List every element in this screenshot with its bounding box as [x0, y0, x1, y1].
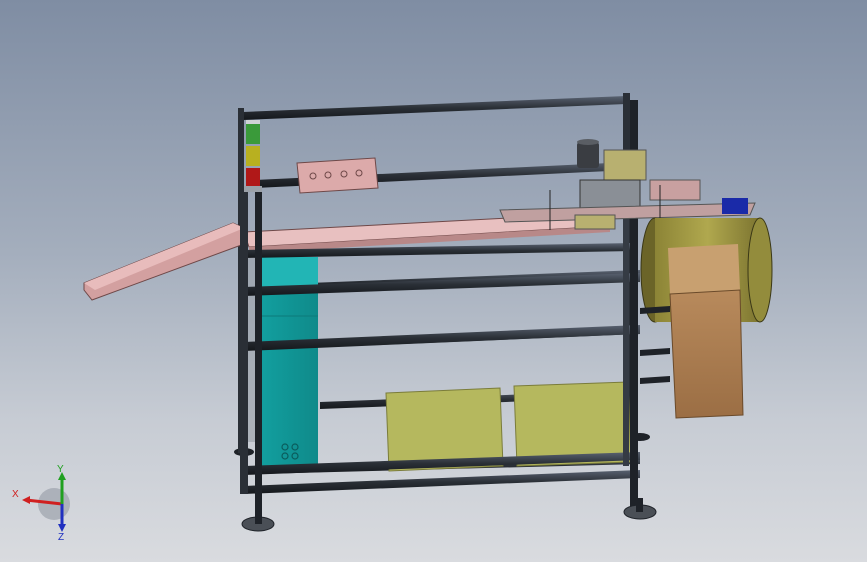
- z-axis-label: Z: [58, 532, 64, 542]
- control-box[interactable]: [296, 157, 379, 194]
- x-axis-label: X: [12, 489, 19, 500]
- front-foot-right: [623, 498, 657, 520]
- stack-light: [244, 120, 262, 192]
- front-foot-left: [241, 510, 275, 532]
- inclined-chute[interactable]: [83, 222, 245, 301]
- machine-model[interactable]: [0, 0, 867, 562]
- z-axis-head: [58, 524, 66, 532]
- cad-viewport[interactable]: X Y Z: [0, 0, 867, 562]
- y-axis-label: Y: [57, 464, 64, 475]
- motor: [577, 139, 599, 168]
- cardboard-box[interactable]: [668, 244, 744, 419]
- x-axis-head: [22, 496, 30, 504]
- orientation-triad[interactable]: X Y Z: [8, 462, 78, 542]
